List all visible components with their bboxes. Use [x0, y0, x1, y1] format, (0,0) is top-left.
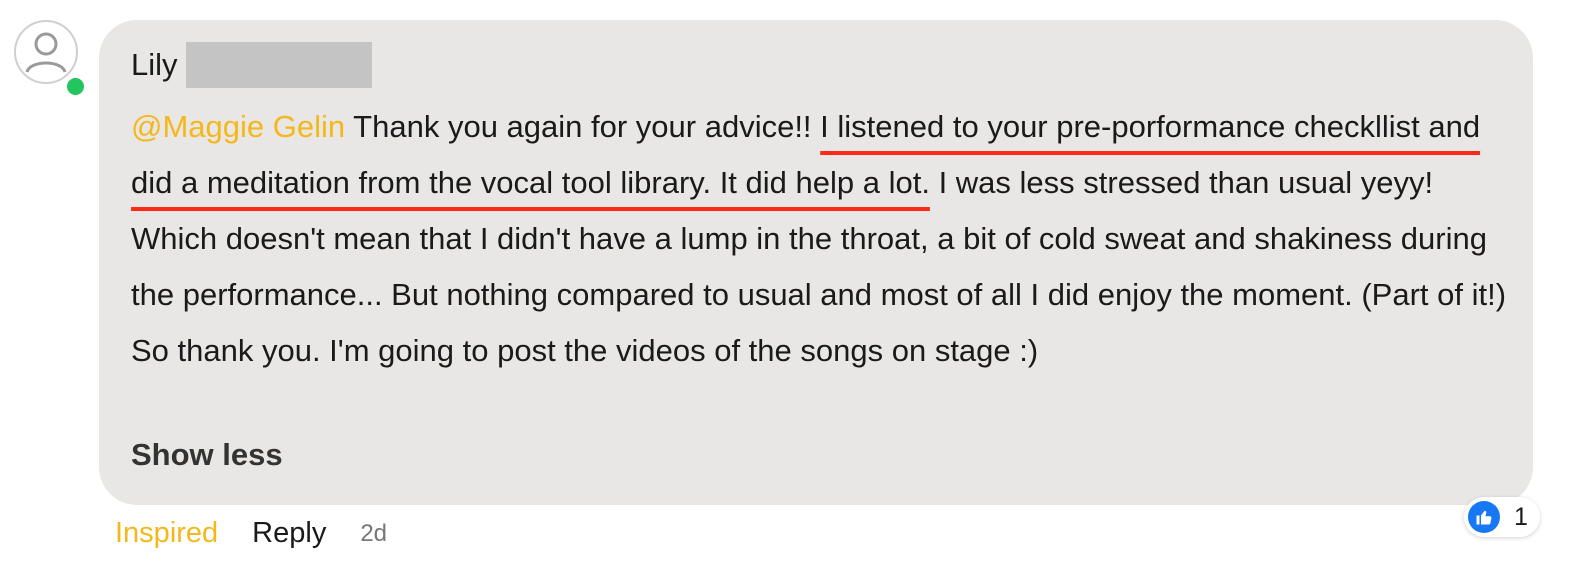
author-row: Lily [131, 42, 372, 88]
comment-timestamp: 2d [360, 519, 388, 547]
thumbs-up-icon [1468, 501, 1500, 533]
mention-link[interactable]: @Maggie Gelin [131, 109, 345, 144]
comment: Lily @Maggie Gelin Thank you again for y… [0, 0, 1576, 564]
redacted-last-name [185, 42, 372, 88]
comment-actions: Inspired Reply 2d [115, 517, 387, 550]
reaction-badge[interactable]: 1 [1464, 497, 1540, 537]
inspired-button[interactable]: Inspired [115, 517, 218, 550]
avatar[interactable] [14, 20, 87, 98]
user-placeholder-icon [14, 20, 78, 84]
reply-button[interactable]: Reply [252, 517, 326, 550]
show-less-button[interactable]: Show less [131, 437, 283, 473]
online-status-dot [64, 75, 87, 98]
comment-bubble: Lily @Maggie Gelin Thank you again for y… [99, 20, 1533, 505]
comment-text-intro: Thank you again for your advice!! [345, 109, 821, 144]
reaction-count: 1 [1514, 502, 1528, 531]
comment-body: @Maggie Gelin Thank you again for your a… [131, 99, 1516, 379]
author-name[interactable]: Lily [131, 47, 178, 83]
